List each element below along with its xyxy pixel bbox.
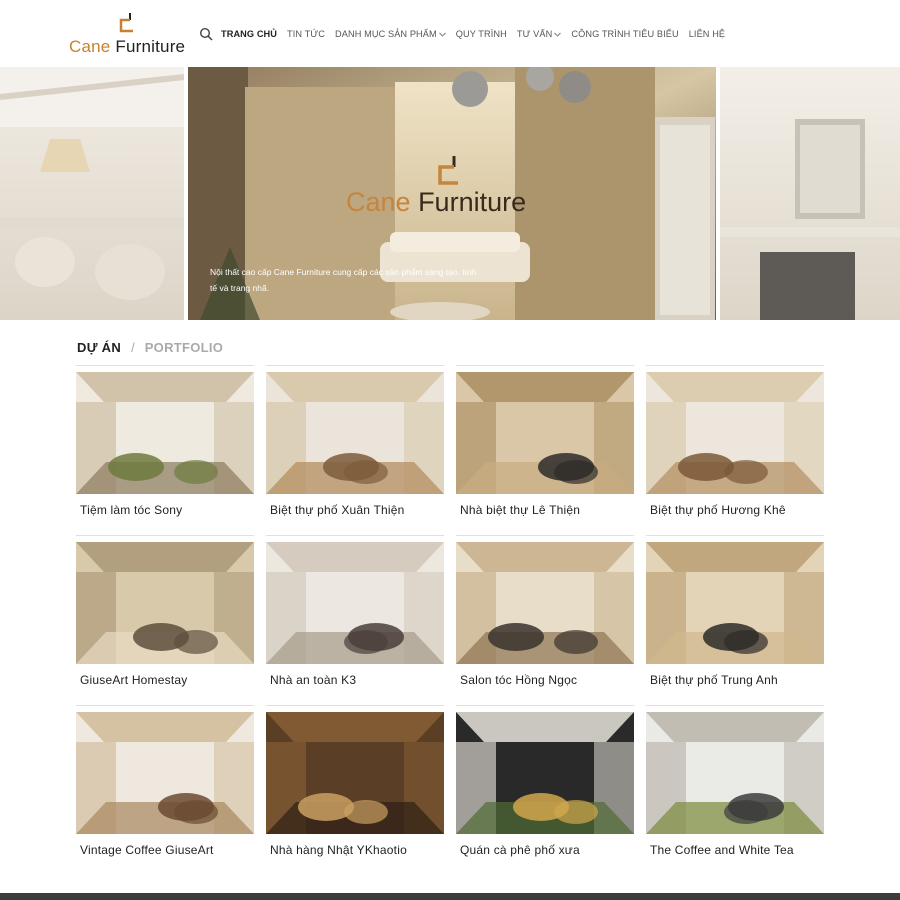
card-divider [266, 535, 444, 536]
nav-item-label: LIÊN HỆ [688, 29, 726, 39]
nav-item-home[interactable]: TRANG CHỦ [221, 29, 277, 39]
card-divider [76, 705, 254, 706]
project-card[interactable]: Nhà hàng Nhật YKhaotio [266, 705, 444, 865]
project-thumbnail[interactable] [76, 542, 254, 664]
card-divider [456, 365, 634, 366]
project-thumbnail[interactable] [456, 542, 634, 664]
hero-banner: Cane Furniture Nội thất cao cấp Cane Fur… [0, 67, 900, 320]
nav-item-label: DANH MỤC SẢN PHẨM [335, 29, 437, 39]
section-separator: / [131, 340, 135, 355]
nav-item-label: QUY TRÌNH [455, 29, 507, 39]
section-subtitle: PORTFOLIO [144, 340, 224, 355]
project-card[interactable]: Nhà an toàn K3 [266, 535, 444, 695]
nav-item-consulting[interactable]: TƯ VẤN [517, 29, 562, 39]
nav-item-label: CÔNG TRÌNH TIÊU BIỂU [571, 29, 679, 39]
project-thumbnail[interactable] [646, 712, 824, 834]
project-card[interactable]: Biệt thự phố Xuân Thiện [266, 365, 444, 525]
section-heading: DỰ ÁN / PORTFOLIO [77, 340, 223, 355]
card-divider [456, 705, 634, 706]
project-card[interactable]: Quán cà phê phố xưa [456, 705, 634, 865]
card-divider [646, 535, 824, 536]
project-title[interactable]: Biệt thự phố Trung Anh [650, 673, 778, 687]
project-card[interactable]: Vintage Coffee GiuseArt [76, 705, 254, 865]
project-card[interactable]: The Coffee and White Tea [646, 705, 824, 865]
nav-item-label: TRANG CHỦ [221, 29, 278, 39]
logo-word-cane: Cane [69, 37, 111, 56]
nav-item-label: TIN TỨC [287, 29, 326, 39]
site-header: Cane Furniture TRANG CHỦ TIN TỨC DANH MỤ… [0, 0, 900, 67]
hero-logo-word-furniture: Furniture [418, 187, 527, 217]
project-thumbnail[interactable] [76, 712, 254, 834]
project-card[interactable]: GiuseArt Homestay [76, 535, 254, 695]
card-divider [76, 535, 254, 536]
project-card[interactable]: Tiệm làm tóc Sony [76, 365, 254, 525]
nav-item-news[interactable]: TIN TỨC [287, 29, 325, 39]
hero-logo-mark-icon [438, 156, 458, 185]
card-divider [266, 365, 444, 366]
project-card[interactable]: Nhà biệt thự Lê Thiện [456, 365, 634, 525]
chevron-down-icon [438, 32, 446, 37]
project-thumbnail[interactable] [76, 372, 254, 494]
project-thumbnail[interactable] [266, 712, 444, 834]
project-card[interactable]: Biệt thự phố Trung Anh [646, 535, 824, 695]
project-title[interactable]: Biệt thự phố Xuân Thiện [270, 503, 405, 517]
card-divider [456, 535, 634, 536]
project-card[interactable]: Salon tóc Hồng Ngọc [456, 535, 634, 695]
nav-item-contact[interactable]: LIÊN HỆ [689, 29, 725, 39]
logo-text: Cane Furniture [69, 37, 185, 57]
project-card[interactable]: Biệt thự phố Hương Khê [646, 365, 824, 525]
card-divider [646, 365, 824, 366]
nav-item-process[interactable]: QUY TRÌNH [456, 29, 507, 39]
main-nav: TRANG CHỦ TIN TỨC DANH MỤC SẢN PHẨM QUY … [199, 24, 735, 44]
project-thumbnail[interactable] [646, 372, 824, 494]
hero-logo-word-cane: Cane [346, 187, 411, 217]
nav-item-products[interactable]: DANH MỤC SẢN PHẨM [335, 29, 446, 39]
hero-logo: Cane Furniture [346, 187, 526, 218]
hero-caption: Nội thất cao cấp Cane Furniture cung cấp… [210, 267, 477, 293]
project-title[interactable]: Nhà an toàn K3 [270, 673, 356, 687]
project-title[interactable]: Nhà hàng Nhật YKhaotio [270, 843, 407, 857]
section-title: DỰ ÁN [77, 340, 122, 355]
nav-item-projects[interactable]: CÔNG TRÌNH TIÊU BIỂU [571, 29, 678, 39]
project-title[interactable]: Biệt thự phố Hương Khê [650, 503, 786, 517]
project-thumbnail[interactable] [266, 372, 444, 494]
project-title[interactable]: Quán cà phê phố xưa [460, 843, 580, 857]
card-divider [266, 705, 444, 706]
project-title[interactable]: Salon tóc Hồng Ngọc [460, 673, 577, 687]
project-title[interactable]: GiuseArt Homestay [80, 673, 187, 687]
project-title[interactable]: Vintage Coffee GiuseArt [80, 843, 214, 857]
site-logo[interactable]: Cane Furniture [69, 12, 185, 58]
search-icon[interactable] [199, 27, 213, 41]
project-thumbnail[interactable] [456, 712, 634, 834]
card-divider [646, 705, 824, 706]
logo-word-furniture: Furniture [115, 37, 186, 56]
project-thumbnail[interactable] [456, 372, 634, 494]
project-title[interactable]: The Coffee and White Tea [650, 843, 794, 857]
footer-bar [0, 893, 900, 900]
nav-item-label: TƯ VẤN [516, 29, 553, 39]
logo-mark-icon [119, 13, 133, 33]
project-title[interactable]: Tiệm làm tóc Sony [80, 503, 182, 517]
chevron-down-icon [554, 32, 562, 37]
project-thumbnail[interactable] [266, 542, 444, 664]
project-title[interactable]: Nhà biệt thự Lê Thiện [460, 503, 580, 517]
project-thumbnail[interactable] [646, 542, 824, 664]
card-divider [76, 365, 254, 366]
